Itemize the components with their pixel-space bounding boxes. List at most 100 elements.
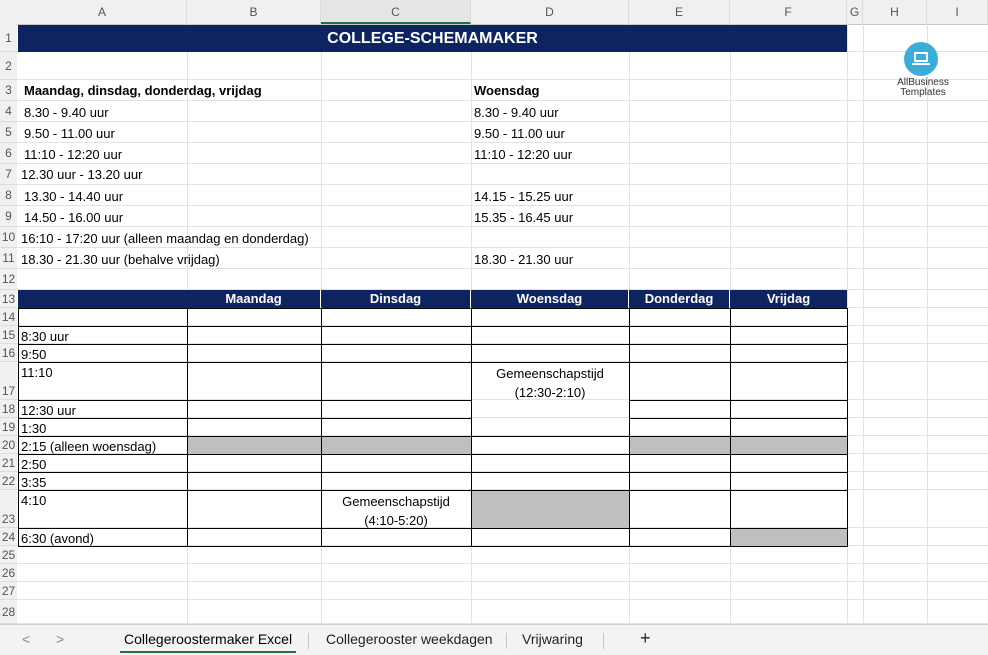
column-header-d[interactable]: D (471, 0, 629, 24)
column-header-b[interactable]: B (187, 0, 321, 24)
row-header[interactable]: 20 (0, 436, 17, 454)
left-slot: 16:10 - 17:20 uur (alleen maandag en don… (21, 231, 309, 246)
gridline (17, 205, 988, 206)
tab-collegeroostermaker-excel[interactable]: Collegeroostermaker Excel (119, 631, 297, 653)
time-label: 12:30 uur (21, 403, 76, 418)
gridline (17, 79, 988, 80)
row-header[interactable]: 23 (0, 490, 17, 528)
row-header[interactable]: 18 (0, 400, 17, 418)
table-border (471, 490, 630, 491)
table-border (187, 490, 322, 491)
shaded-cell (187, 436, 471, 454)
row-header[interactable]: 6 (0, 143, 17, 164)
table-border (730, 472, 848, 473)
column-header-h[interactable]: H (863, 0, 927, 24)
row-header[interactable]: 26 (0, 564, 17, 582)
row-header[interactable]: 28 (0, 600, 17, 624)
allbusiness-logo: AllBusiness Templates (888, 42, 958, 102)
table-border (187, 472, 322, 473)
day-header-dinsdag: Dinsdag (321, 290, 471, 308)
table-border (321, 454, 472, 455)
left-slot: 8.30 - 9.40 uur (24, 105, 109, 120)
community-wed-line2: (12:30-2:10) (514, 385, 586, 400)
right-slot: 14.15 - 15.25 uur (474, 189, 574, 204)
table-border (471, 546, 630, 547)
row-header[interactable]: 5 (0, 122, 17, 143)
table-border (321, 344, 472, 345)
tab-separator (308, 633, 309, 649)
row-header[interactable]: 7 (0, 164, 17, 185)
tab-vrijwaring[interactable]: Vrijwaring (522, 631, 583, 647)
column-header-i[interactable]: I (927, 0, 988, 24)
row-header[interactable]: 8 (0, 185, 17, 206)
table-border (18, 454, 188, 455)
row-header[interactable]: 3 (0, 80, 17, 101)
gridline (17, 100, 988, 101)
gridline (17, 247, 988, 248)
table-border (471, 344, 630, 345)
table-border (187, 344, 322, 345)
table-border (187, 546, 322, 547)
row-header[interactable]: 12 (0, 269, 17, 290)
column-header-e[interactable]: E (629, 0, 730, 24)
table-border (18, 400, 188, 401)
row-header[interactable]: 2 (0, 52, 17, 80)
add-sheet-button[interactable]: + (640, 628, 651, 649)
table-border (321, 546, 472, 547)
laptop-icon (904, 42, 938, 76)
table-border (629, 362, 731, 363)
right-slot: 18.30 - 21.30 uur (474, 252, 574, 267)
row-header[interactable]: 16 (0, 344, 17, 362)
time-label: 2:50 (21, 457, 47, 472)
row-header[interactable]: 25 (0, 546, 17, 564)
row-header[interactable]: 11 (0, 248, 17, 269)
table-border (321, 436, 472, 437)
right-schedule-heading: Woensdag (474, 83, 540, 98)
table-border (730, 362, 848, 363)
time-label: 11:10 (21, 365, 53, 380)
row-header[interactable]: 22 (0, 472, 17, 490)
table-border (187, 528, 322, 529)
table-border (18, 490, 188, 491)
left-slot: 14.50 - 16.00 uur (24, 210, 124, 225)
day-header-woensdag: Woensdag (471, 290, 629, 308)
row-header[interactable]: 4 (0, 101, 17, 122)
table-border (730, 308, 848, 309)
row-header[interactable]: 19 (0, 418, 17, 436)
table-border (18, 362, 188, 363)
row-header[interactable]: 21 (0, 454, 17, 472)
table-border (730, 326, 848, 327)
column-header-a[interactable]: A (18, 0, 187, 24)
row-header[interactable]: 10 (0, 227, 17, 248)
next-sheet-button[interactable]: > (56, 631, 64, 647)
column-header-g[interactable]: G (847, 0, 863, 24)
left-slot: 18.30 - 21.30 uur (behalve vrijdag) (21, 252, 220, 267)
row-header[interactable]: 1 (0, 24, 17, 52)
table-border (187, 400, 322, 401)
day-header-donderdag: Donderdag (629, 290, 730, 308)
table-border (629, 490, 731, 491)
table-border (471, 436, 630, 437)
column-header-c[interactable]: C (321, 0, 471, 24)
row-header[interactable]: 13 (0, 290, 17, 308)
sheet-title: COLLEGE-SCHEMAMAKER (18, 25, 847, 52)
table-border (471, 326, 630, 327)
column-header-f[interactable]: F (730, 0, 847, 24)
row-header[interactable]: 24 (0, 528, 17, 546)
right-slot: 8.30 - 9.40 uur (474, 105, 559, 120)
row-header[interactable]: 15 (0, 326, 17, 344)
row-header[interactable]: 17 (0, 362, 17, 400)
row-header[interactable]: 27 (0, 582, 17, 600)
table-border (187, 418, 322, 419)
shaded-cell (629, 436, 847, 454)
row-header[interactable]: 9 (0, 206, 17, 227)
tab-collegerooster-weekdagen[interactable]: Collegerooster weekdagen (326, 631, 493, 647)
gridline (927, 24, 928, 624)
logo-line-2: Templates (900, 87, 946, 98)
table-border (730, 454, 848, 455)
prev-sheet-button[interactable]: < (22, 631, 30, 647)
table-border (18, 546, 188, 547)
row-header[interactable]: 14 (0, 308, 17, 326)
table-border (321, 308, 472, 309)
table-border (629, 418, 731, 419)
